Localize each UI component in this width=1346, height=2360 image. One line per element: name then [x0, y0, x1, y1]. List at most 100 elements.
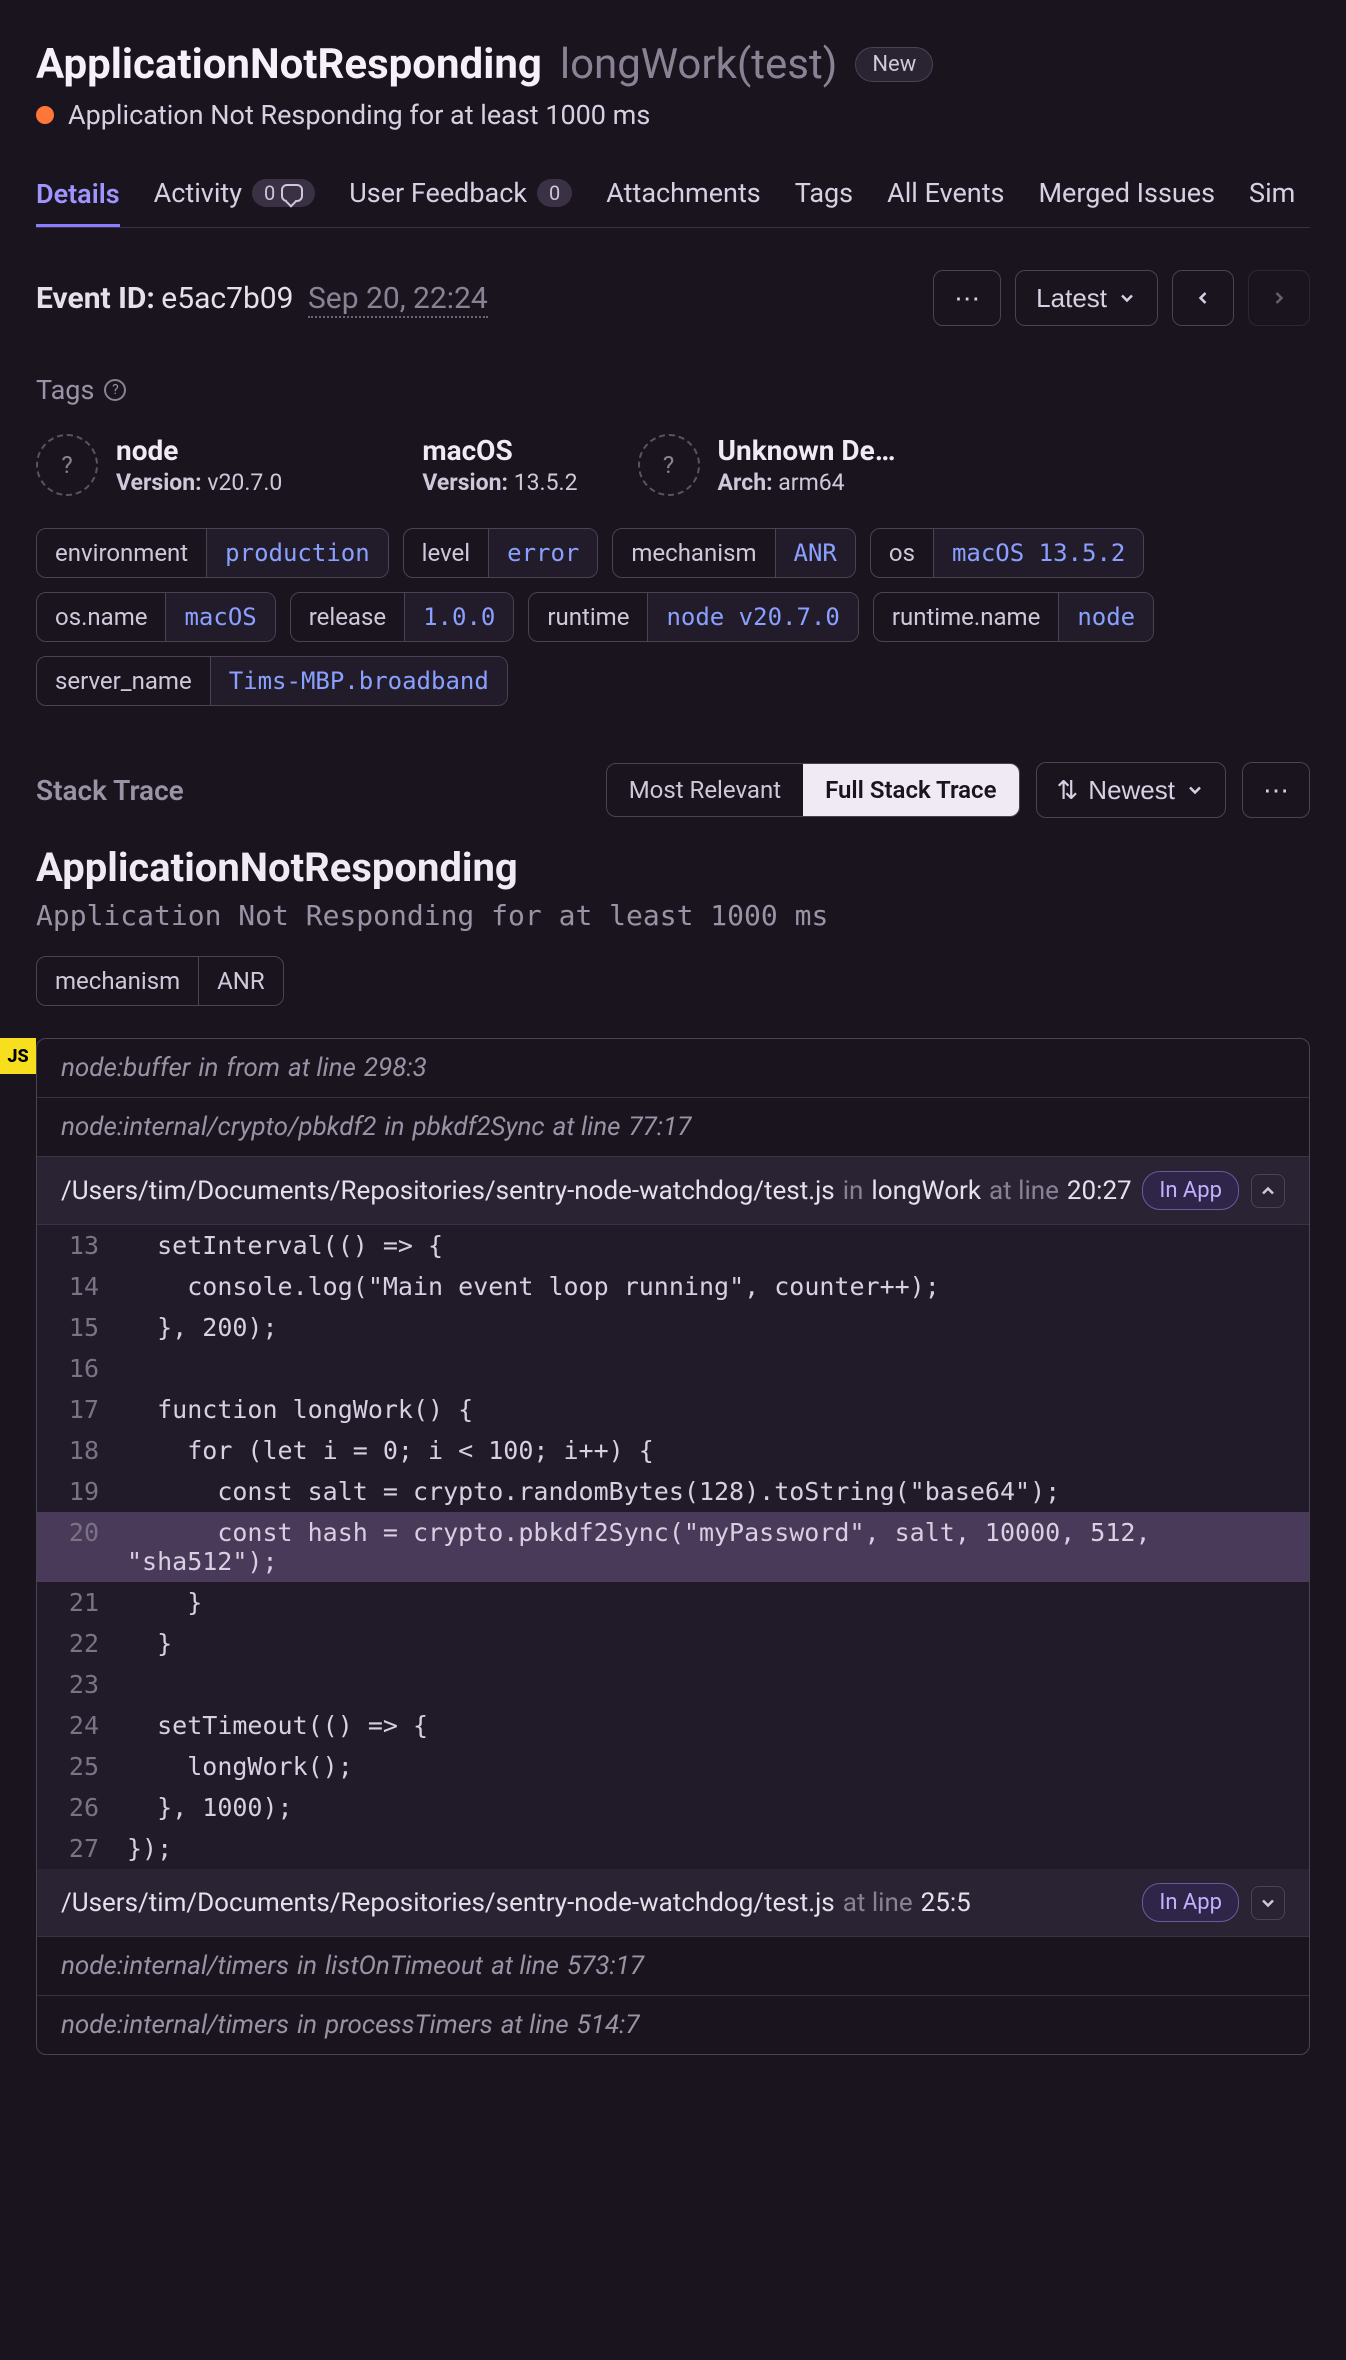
line-number: 19 [37, 1471, 117, 1512]
tab-user-feedback[interactable]: User Feedback0 [349, 167, 572, 227]
stack-frame[interactable]: node:internal/crypto/pbkdf2 in pbkdf2Syn… [37, 1098, 1309, 1157]
context-title: node [116, 434, 282, 467]
full-stack-trace-toggle[interactable]: Full Stack Trace [803, 764, 1018, 816]
tab-activity[interactable]: Activity0 [154, 167, 316, 227]
tag-key: os.name [37, 593, 165, 641]
exception-type: ApplicationNotResponding [36, 844, 1310, 891]
tag-chip[interactable]: os.namemacOS [36, 592, 276, 642]
context-item[interactable]: ?Unknown De…Arch: arm64 [638, 434, 896, 496]
tag-key: environment [37, 529, 206, 577]
chevron-left-icon [1193, 288, 1213, 308]
tag-value: Tims-MBP.broadband [210, 657, 507, 705]
line-content: }, 1000); [117, 1787, 1309, 1828]
code-line: 23 [37, 1664, 1309, 1705]
line-content: console.log("Main event loop running", c… [117, 1266, 1309, 1307]
code-line: 26 }, 1000); [37, 1787, 1309, 1828]
line-number: 22 [37, 1623, 117, 1664]
tag-chip[interactable]: runtime.namenode [873, 592, 1154, 642]
tag-value: node [1058, 593, 1153, 641]
tag-value: error [488, 529, 597, 577]
tag-chip[interactable]: server_nameTims-MBP.broadband [36, 656, 508, 706]
next-event-button[interactable] [1248, 270, 1310, 326]
tag-value: macOS [165, 593, 274, 641]
tab-sim[interactable]: Sim [1249, 167, 1295, 227]
context-subtitle: Arch: arm64 [718, 469, 896, 496]
tag-value: ANR [775, 529, 855, 577]
stack-frame[interactable]: node:buffer in from at line 298:3 [37, 1039, 1309, 1098]
stacktrace-section-label: Stack Trace [36, 774, 184, 807]
line-number: 27 [37, 1828, 117, 1869]
line-content [117, 1348, 1309, 1389]
stack-frame[interactable]: node:internal/timers in processTimers at… [37, 1996, 1309, 2054]
tab-merged-issues[interactable]: Merged Issues [1038, 167, 1215, 227]
tag-value: macOS 13.5.2 [933, 529, 1143, 577]
mechanism-tag[interactable]: mechanism ANR [36, 956, 284, 1006]
most-relevant-toggle[interactable]: Most Relevant [607, 764, 803, 816]
event-nav-dropdown[interactable]: Latest [1015, 270, 1158, 326]
tag-key: runtime.name [874, 593, 1059, 641]
context-subtitle: Version: 13.5.2 [422, 469, 577, 496]
prev-event-button[interactable] [1172, 270, 1234, 326]
line-number: 26 [37, 1787, 117, 1828]
code-line: 18 for (let i = 0; i < 100; i++) { [37, 1430, 1309, 1471]
line-number: 20 [37, 1512, 117, 1582]
tag-chip[interactable]: levelerror [403, 528, 599, 578]
context-summary: ?nodeVersion: v20.7.0macOSVersion: 13.5.… [36, 434, 1310, 496]
code-line: 16 [37, 1348, 1309, 1389]
line-content: longWork(); [117, 1746, 1309, 1787]
status-badge: New [855, 47, 933, 82]
event-id-value: e5ac7b09 [161, 281, 293, 316]
tag-chip[interactable]: osmacOS 13.5.2 [870, 528, 1144, 578]
collapse-frame-button[interactable] [1251, 1174, 1285, 1208]
stack-frame-app[interactable]: /Users/tim/Documents/Repositories/sentry… [37, 1869, 1309, 1937]
tag-chip[interactable]: mechanismANR [612, 528, 856, 578]
code-line: 21 } [37, 1582, 1309, 1623]
code-line: 24 setTimeout(() => { [37, 1705, 1309, 1746]
chevron-right-icon [1269, 288, 1289, 308]
comment-icon [281, 184, 303, 202]
unknown-icon: ? [36, 434, 98, 496]
issue-header: ApplicationNotResponding longWork(test) … [36, 40, 1310, 89]
line-number: 24 [37, 1705, 117, 1746]
tag-chip[interactable]: release1.0.0 [290, 592, 515, 642]
line-number: 25 [37, 1746, 117, 1787]
code-line: 14 console.log("Main event loop running"… [37, 1266, 1309, 1307]
code-line: 22 } [37, 1623, 1309, 1664]
line-content: } [117, 1623, 1309, 1664]
stacktrace-frames: node:buffer in from at line 298:3node:in… [36, 1038, 1310, 2055]
code-line: 13 setInterval(() => { [37, 1225, 1309, 1266]
tag-value: production [206, 529, 388, 577]
tab-attachments[interactable]: Attachments [606, 167, 760, 227]
level-indicator-icon [36, 106, 54, 124]
in-app-badge: In App [1142, 1171, 1239, 1210]
line-number: 17 [37, 1389, 117, 1430]
event-timestamp[interactable]: Sep 20, 22:24 [308, 281, 488, 318]
tab-details[interactable]: Details [36, 167, 120, 228]
stack-frame[interactable]: node:internal/timers in listOnTimeout at… [37, 1937, 1309, 1996]
exception-message: Application Not Responding for at least … [36, 899, 1310, 932]
code-line: 20 const hash = crypto.pbkdf2Sync("myPas… [37, 1512, 1309, 1582]
chevron-down-icon [1117, 288, 1137, 308]
line-content: } [117, 1582, 1309, 1623]
context-item[interactable]: macOSVersion: 13.5.2 [342, 434, 577, 496]
chevron-down-icon [1185, 780, 1205, 800]
context-item[interactable]: ?nodeVersion: v20.7.0 [36, 434, 282, 496]
tag-chip[interactable]: runtimenode v20.7.0 [528, 592, 858, 642]
help-icon[interactable]: ? [104, 379, 126, 401]
line-content: }, 200); [117, 1307, 1309, 1348]
stacktrace-sort-dropdown[interactable]: ⇅ Newest [1036, 762, 1227, 818]
tag-chip[interactable]: environmentproduction [36, 528, 389, 578]
tab-tags[interactable]: Tags [795, 167, 853, 227]
tag-key: os [871, 529, 933, 577]
context-title: Unknown De… [718, 434, 896, 467]
line-content: const salt = crypto.randomBytes(128).toS… [117, 1471, 1309, 1512]
line-content: const hash = crypto.pbkdf2Sync("myPasswo… [117, 1512, 1309, 1582]
stack-frame-app[interactable]: /Users/tim/Documents/Repositories/sentry… [37, 1157, 1309, 1225]
tab-all-events[interactable]: All Events [887, 167, 1004, 227]
expand-frame-button[interactable] [1251, 1886, 1285, 1920]
js-platform-icon: JS [0, 1038, 36, 1074]
apple-icon [342, 434, 404, 496]
line-content: for (let i = 0; i < 100; i++) { [117, 1430, 1309, 1471]
event-actions-menu-button[interactable]: ⋯ [933, 270, 1001, 326]
stacktrace-more-button[interactable]: ⋯ [1242, 762, 1310, 818]
